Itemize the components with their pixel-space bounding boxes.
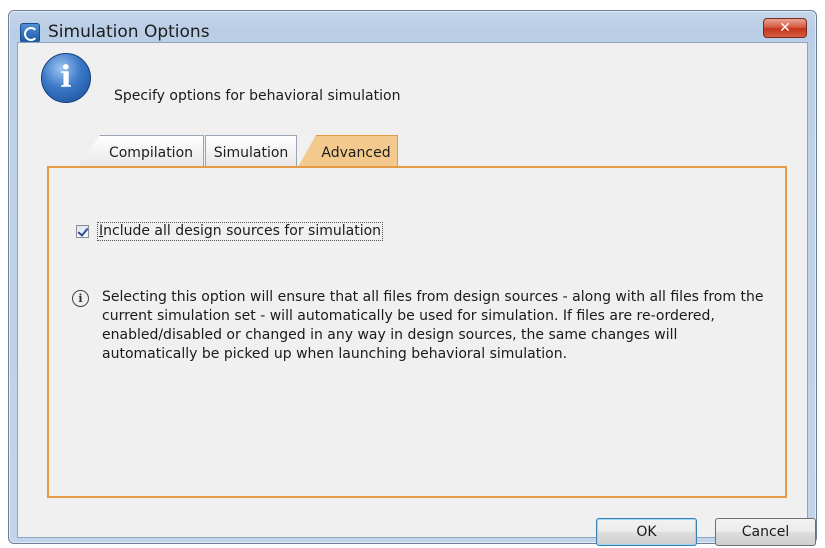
include-sources-option[interactable]: Include all design sources for simulatio… (76, 222, 384, 241)
advanced-tab-panel: Include all design sources for simulatio… (47, 166, 787, 498)
simulation-options-dialog: Simulation Options ✕ i Specify options f… (8, 10, 817, 546)
info-note-text: Selecting this option will ensure that a… (102, 289, 764, 362)
tab-advanced-label: Advanced (321, 145, 391, 161)
window-title: Simulation Options (48, 22, 210, 42)
info-icon: i (41, 53, 91, 103)
ok-button[interactable]: OK (596, 518, 697, 546)
tab-advanced[interactable]: Advanced (298, 135, 398, 167)
dialog-body: i Specify options for behavioral simulat… (17, 42, 816, 546)
include-sources-label[interactable]: Include all design sources for simulatio… (97, 222, 384, 241)
include-sources-checkbox[interactable] (76, 225, 89, 238)
tab-compilation[interactable]: Compilation (78, 135, 204, 167)
tab-simulation[interactable]: Simulation (205, 135, 297, 167)
info-note-icon: i (72, 290, 89, 307)
close-icon: ✕ (779, 20, 791, 36)
dialog-header: i Specify options for behavioral simulat… (18, 43, 807, 115)
app-logo-icon (20, 23, 40, 43)
tab-simulation-label: Simulation (213, 145, 289, 161)
header-message: Specify options for behavioral simulatio… (114, 88, 401, 104)
close-button[interactable]: ✕ (763, 18, 807, 38)
tab-compilation-label: Compilation (108, 145, 194, 161)
cancel-button[interactable]: Cancel (715, 518, 816, 546)
